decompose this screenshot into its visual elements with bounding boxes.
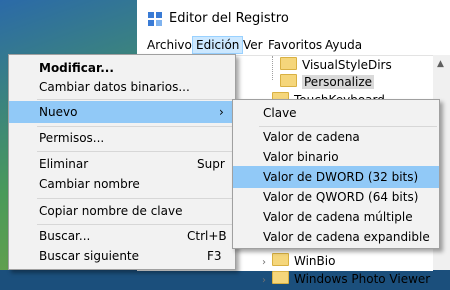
menu-archivo[interactable]: Archivo xyxy=(144,37,195,53)
folder-icon xyxy=(280,57,297,70)
menu-separator xyxy=(37,151,233,152)
tree-node-personalize[interactable]: Personalize xyxy=(280,73,375,91)
tree-line xyxy=(272,56,273,80)
menu-item-buscar-siguiente[interactable]: Buscar siguiente F3 xyxy=(9,245,235,267)
folder-icon xyxy=(272,271,289,284)
menu-edicion[interactable]: Edición xyxy=(192,36,244,54)
submenu-item-valor-de-cadena[interactable]: Valor de cadena xyxy=(233,126,439,148)
menu-ayuda[interactable]: Ayuda xyxy=(322,37,365,53)
tree-node-windows-photo-viewer[interactable]: › Windows Photo Viewer xyxy=(262,270,430,288)
chevron-right-icon: › xyxy=(219,105,224,119)
window-title: Editor del Registro xyxy=(169,11,289,26)
scroll-up-icon[interactable]: ▲ xyxy=(437,59,444,69)
edit-menu: Modificar... Cambiar datos binarios... N… xyxy=(8,54,236,270)
menu-item-buscar[interactable]: Buscar... Ctrl+B xyxy=(9,225,235,247)
menu-separator xyxy=(37,99,233,100)
submenu-item-valor-dword[interactable]: Valor de DWORD (32 bits) xyxy=(233,166,439,188)
submenu-item-valor-de-cadena-expandible[interactable]: Valor de cadena expandible xyxy=(233,226,439,248)
menu-favoritos[interactable]: Favoritos xyxy=(265,37,325,53)
submenu-item-valor-qword[interactable]: Valor de QWORD (64 bits) xyxy=(233,186,439,208)
tree-node-visualstyledirs[interactable]: VisualStyleDirs xyxy=(280,56,392,74)
menu-separator xyxy=(37,198,233,199)
submenu-item-valor-de-cadena-multiple[interactable]: Valor de cadena múltiple xyxy=(233,206,439,228)
menu-item-permisos[interactable]: Permisos... xyxy=(9,127,235,149)
new-submenu: Clave Valor de cadena Valor binario Valo… xyxy=(232,99,440,249)
menu-item-copiar-nombre-de-clave[interactable]: Copiar nombre de clave xyxy=(9,200,235,222)
folder-icon xyxy=(272,253,289,266)
submenu-item-clave[interactable]: Clave xyxy=(233,102,439,124)
menu-item-cambiar-datos-binarios[interactable]: Cambiar datos binarios... xyxy=(9,76,235,98)
menu-item-cambiar-nombre[interactable]: Cambiar nombre xyxy=(9,173,235,195)
folder-icon xyxy=(280,74,297,87)
registry-icon xyxy=(148,12,162,26)
submenu-item-valor-binario[interactable]: Valor binario xyxy=(233,146,439,168)
menu-bar: Archivo Edición Ver Favoritos Ayuda xyxy=(137,36,450,55)
chevron-right-icon: › xyxy=(262,275,266,286)
tree-node-winbio[interactable]: › WinBio xyxy=(262,252,335,270)
menu-item-eliminar[interactable]: Eliminar Supr xyxy=(9,153,235,175)
title-bar: Editor del Registro xyxy=(137,0,450,36)
menu-item-nuevo[interactable]: Nuevo › xyxy=(9,101,235,123)
menu-ver[interactable]: Ver xyxy=(240,37,266,53)
